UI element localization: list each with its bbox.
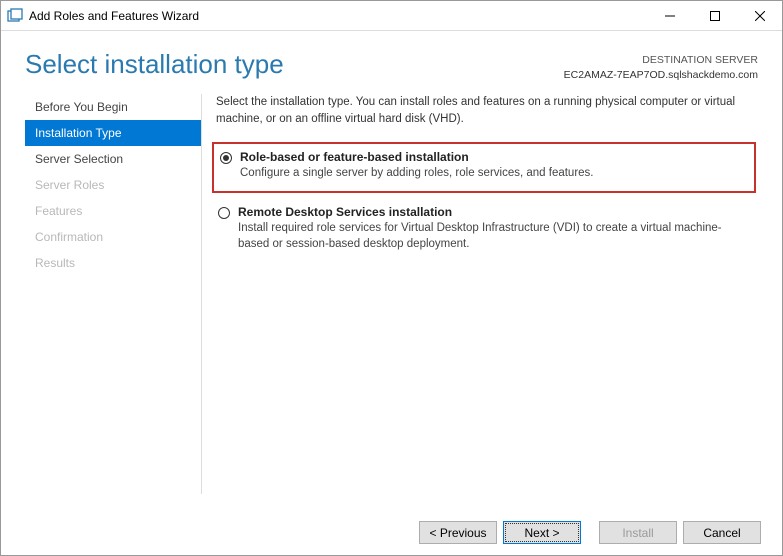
destination-value: EC2AMAZ-7EAP7OD.sqlshackdemo.com [564,68,758,83]
close-button[interactable] [737,1,782,30]
maximize-button[interactable] [692,1,737,30]
option-title: Role-based or feature-based installation [240,150,750,164]
app-icon [7,8,23,24]
destination-label: DESTINATION SERVER [564,53,758,68]
sidebar-item-server-selection[interactable]: Server Selection [25,146,201,172]
window-title: Add Roles and Features Wizard [29,9,647,23]
option-text: Role-based or feature-based installation… [240,150,750,181]
destination-block: DESTINATION SERVER EC2AMAZ-7EAP7OD.sqlsh… [564,49,758,82]
install-button: Install [599,521,677,544]
sidebar-item-results: Results [25,250,201,276]
sidebar-item-before-you-begin[interactable]: Before You Begin [25,94,201,120]
radio-remote-desktop[interactable] [218,207,230,219]
option-desc: Install required role services for Virtu… [238,220,752,252]
next-button[interactable]: Next > [503,521,581,544]
page-title: Select installation type [25,49,284,80]
content-area: Select the installation type. You can in… [201,94,758,494]
option-title: Remote Desktop Services installation [238,205,752,219]
minimize-button[interactable] [647,1,692,30]
footer: < Previous Next > Install Cancel [0,508,783,556]
option-role-based[interactable]: Role-based or feature-based installation… [212,142,756,193]
window-controls [647,1,782,30]
option-desc: Configure a single server by adding role… [240,165,750,181]
radio-role-based[interactable] [220,152,232,164]
sidebar-item-features: Features [25,198,201,224]
titlebar: Add Roles and Features Wizard [1,1,782,31]
sidebar-item-server-roles: Server Roles [25,172,201,198]
option-text: Remote Desktop Services installation Ins… [238,205,752,252]
sidebar-item-confirmation: Confirmation [25,224,201,250]
header-area: Select installation type DESTINATION SER… [1,31,782,82]
sidebar-item-installation-type[interactable]: Installation Type [25,120,201,146]
body-area: Before You Begin Installation Type Serve… [1,82,782,494]
previous-button[interactable]: < Previous [419,521,497,544]
intro-text: Select the installation type. You can in… [216,94,758,127]
sidebar: Before You Begin Installation Type Serve… [25,94,201,494]
option-remote-desktop[interactable]: Remote Desktop Services installation Ins… [216,199,752,262]
cancel-button[interactable]: Cancel [683,521,761,544]
